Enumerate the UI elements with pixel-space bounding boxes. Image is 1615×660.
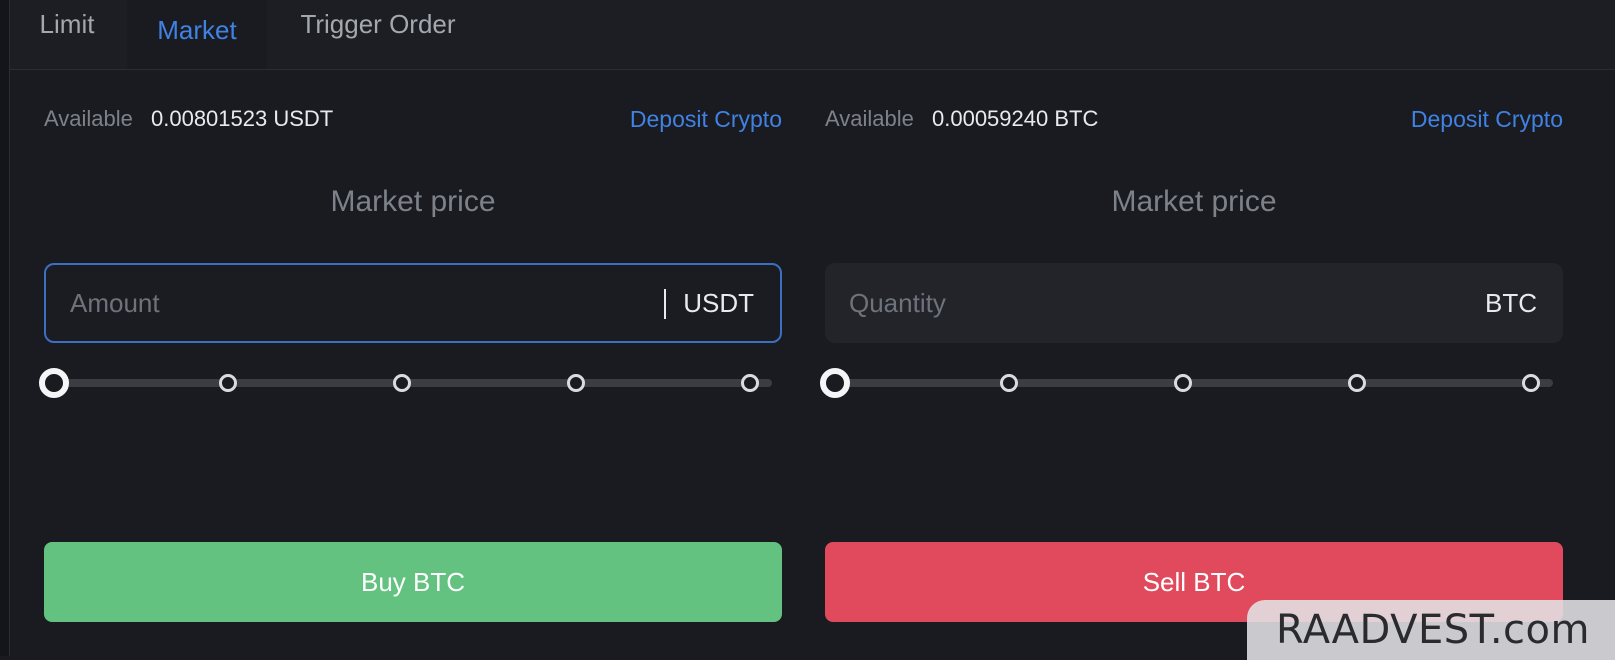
sell-slider-track[interactable] (835, 379, 1553, 387)
sell-quantity-field[interactable]: BTC (825, 263, 1563, 343)
buy-available-value: 0.00801523 USDT (151, 106, 334, 131)
buy-btc-button[interactable]: Buy BTC (44, 542, 782, 622)
text-cursor (664, 289, 666, 319)
buy-available-label: Available (44, 106, 133, 131)
buy-market-price-label: Market price (330, 185, 496, 218)
sell-market-price-label: Market price (1111, 185, 1277, 218)
left-edge-divider (0, 0, 10, 656)
sell-slider-stop-100[interactable] (1522, 374, 1540, 392)
watermark: RAADVEST.com (1247, 600, 1615, 660)
sell-quantity-unit: BTC (1485, 287, 1537, 318)
tab-trigger-order[interactable]: Trigger Order (278, 0, 478, 69)
sell-slider-handle[interactable] (820, 368, 850, 398)
tab-market[interactable]: Market (127, 0, 267, 69)
buy-slider-stop-50[interactable] (393, 374, 411, 392)
tab-trigger-order-label: Trigger Order (300, 9, 456, 39)
tab-market-label: Market (157, 15, 237, 45)
buy-slider-handle[interactable] (39, 368, 69, 398)
order-type-tabs: Limit Market Trigger Order (10, 0, 1615, 70)
buy-available-row: Available 0.00801523 USDT Deposit Crypto (44, 106, 782, 136)
tab-limit[interactable]: Limit (10, 0, 124, 69)
sell-available-row: Available 0.00059240 BTC Deposit Crypto (825, 106, 1563, 136)
sell-quantity-input[interactable] (849, 263, 1369, 343)
tab-limit-label: Limit (39, 9, 95, 39)
buy-amount-field[interactable]: USDT (44, 263, 782, 343)
sell-slider-stop-50[interactable] (1174, 374, 1192, 392)
buy-slider-track[interactable] (54, 379, 772, 387)
buy-deposit-crypto-link[interactable]: Deposit Crypto (630, 106, 782, 133)
sell-available-value: 0.00059240 BTC (932, 106, 1099, 131)
sell-available-label: Available (825, 106, 914, 131)
buy-slider-stop-100[interactable] (741, 374, 759, 392)
sell-slider-stop-75[interactable] (1348, 374, 1366, 392)
buy-amount-unit: USDT (683, 287, 754, 318)
sell-deposit-crypto-link[interactable]: Deposit Crypto (1411, 106, 1563, 133)
sell-percent-slider[interactable] (820, 366, 1563, 400)
buy-percent-slider[interactable] (39, 366, 782, 400)
buy-amount-input[interactable] (70, 265, 590, 341)
buy-slider-stop-25[interactable] (219, 374, 237, 392)
sell-slider-stop-25[interactable] (1000, 374, 1018, 392)
buy-slider-stop-75[interactable] (567, 374, 585, 392)
